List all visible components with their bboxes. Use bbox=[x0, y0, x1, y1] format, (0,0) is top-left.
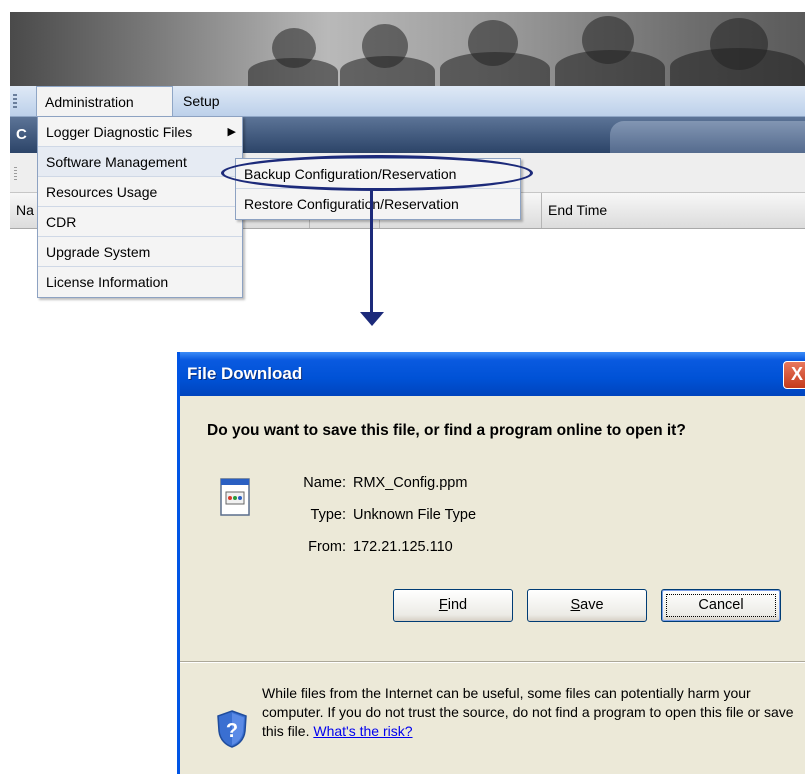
software-management-submenu: Backup Configuration/Reservation Restore… bbox=[235, 158, 521, 220]
menu-item-cdr[interactable]: CDR bbox=[38, 207, 242, 237]
toolbar-grip[interactable] bbox=[13, 94, 17, 110]
menu-bar: Administration Setup bbox=[10, 86, 805, 117]
menu-item-label: CDR bbox=[46, 214, 77, 230]
file-type-value: Unknown File Type bbox=[353, 507, 477, 523]
from-label: From: bbox=[308, 539, 346, 555]
menu-item-label: Upgrade System bbox=[46, 244, 151, 260]
annotation-arrow bbox=[370, 190, 373, 314]
svg-text:?: ? bbox=[226, 720, 238, 742]
menu-setup[interactable]: Setup bbox=[175, 86, 228, 116]
dialog-title: File Download bbox=[187, 364, 303, 383]
shield-question-icon: ? bbox=[217, 710, 247, 748]
annotation-arrow-head bbox=[360, 312, 384, 326]
submenu-arrow-icon: ▶ bbox=[227, 126, 236, 138]
column-end-time[interactable]: End Time bbox=[542, 193, 805, 228]
close-button[interactable]: X bbox=[783, 361, 805, 389]
menu-item-label: Logger Diagnostic Files bbox=[46, 124, 193, 140]
find-label-rest: ind bbox=[447, 597, 468, 613]
save-mnemonic: S bbox=[570, 597, 581, 613]
file-source-value: 172.21.125.110 bbox=[353, 539, 453, 555]
whats-the-risk-link[interactable]: What's the risk? bbox=[313, 723, 412, 739]
menu-item-license-information[interactable]: License Information bbox=[38, 267, 242, 297]
file-download-dialog: File Download X Do you want to save this… bbox=[177, 352, 805, 774]
administration-menu: Logger Diagnostic Files ▶ Software Manag… bbox=[37, 116, 243, 298]
menu-item-resources-usage[interactable]: Resources Usage bbox=[38, 177, 242, 207]
file-icon bbox=[220, 478, 250, 516]
menu-item-restore-configuration[interactable]: Restore Configuration/Reservation bbox=[236, 189, 520, 219]
menu-item-logger-diagnostic-files[interactable]: Logger Diagnostic Files ▶ bbox=[38, 117, 242, 147]
header-banner bbox=[10, 12, 805, 86]
type-label: Type: bbox=[310, 507, 346, 523]
name-label: Name: bbox=[303, 475, 346, 491]
view-title-initial: C bbox=[16, 126, 27, 143]
focus-rectangle bbox=[666, 594, 776, 617]
security-warning: While files from the Internet can be use… bbox=[262, 684, 802, 741]
menu-item-label: License Information bbox=[46, 274, 169, 290]
find-button[interactable]: Find bbox=[393, 589, 513, 622]
menu-item-label: Software Management bbox=[46, 154, 187, 170]
menu-item-software-management[interactable]: Software Management bbox=[38, 147, 242, 177]
dialog-titlebar[interactable]: File Download X bbox=[180, 352, 805, 396]
toolbar-grip[interactable] bbox=[14, 167, 17, 181]
cancel-button[interactable]: Cancel bbox=[661, 589, 781, 622]
find-mnemonic: F bbox=[438, 597, 448, 613]
dialog-separator bbox=[180, 661, 805, 663]
save-button[interactable]: Save bbox=[527, 589, 647, 622]
view-tab bbox=[610, 121, 805, 153]
menu-item-label: Resources Usage bbox=[46, 184, 158, 200]
dialog-question: Do you want to save this file, or find a… bbox=[207, 422, 686, 439]
menu-administration[interactable]: Administration bbox=[36, 86, 173, 116]
save-label-rest: ave bbox=[580, 597, 604, 613]
menu-item-upgrade-system[interactable]: Upgrade System bbox=[38, 237, 242, 267]
menu-item-backup-configuration[interactable]: Backup Configuration/Reservation bbox=[236, 159, 520, 189]
file-name-value: RMX_Config.ppm bbox=[353, 475, 468, 491]
